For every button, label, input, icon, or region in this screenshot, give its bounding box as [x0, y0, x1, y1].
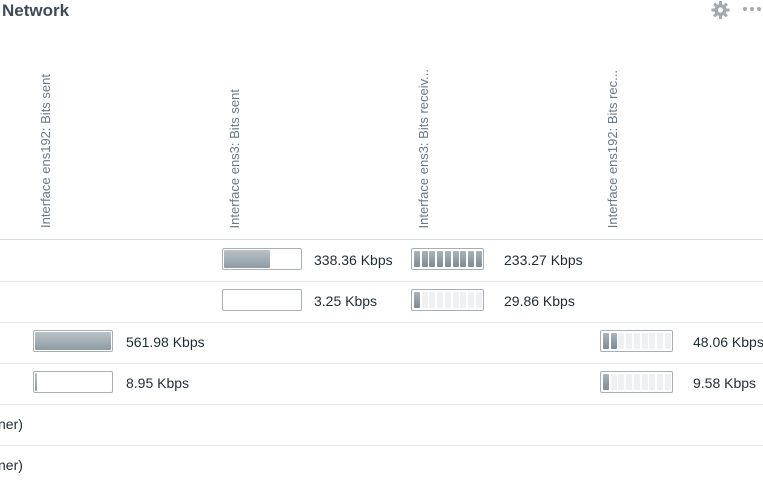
column-header-label: Interface ens192: Bits rec... — [605, 69, 620, 228]
meter-segment — [414, 292, 420, 308]
row-divider — [0, 404, 763, 405]
meter-segment — [610, 333, 617, 349]
meter-segment — [641, 374, 648, 390]
meter-segment — [626, 374, 633, 390]
header-divider — [0, 239, 763, 240]
row-divider — [0, 281, 763, 282]
ens3-received-value: 29.86 Kbps — [504, 293, 575, 309]
meter-segment — [656, 374, 663, 390]
meter-segment — [437, 251, 444, 267]
meter-segment — [467, 292, 474, 308]
ens3-sent-value: 3.25 Kbps — [314, 293, 378, 309]
ens3-sent-value: 338.36 Kbps — [314, 252, 393, 268]
column-header-ens3-received[interactable]: Interface ens3: Bits receiv... — [416, 18, 432, 228]
meter-segment — [421, 292, 428, 308]
meter-segment — [452, 251, 459, 267]
meter-segment — [475, 251, 482, 267]
meter-segment — [610, 374, 617, 390]
row-divider — [0, 363, 763, 364]
ens3-received-value: 233.27 Kbps — [504, 252, 583, 268]
ens3-received-segments — [411, 248, 484, 270]
ens192-sent-bar — [33, 330, 113, 352]
meter-segment — [649, 333, 656, 349]
column-header-label: Interface ens3: Bits receiv... — [416, 68, 431, 228]
row-divider — [0, 445, 763, 446]
meter-segment — [633, 374, 640, 390]
meter-segment — [429, 251, 436, 267]
meter-segment — [603, 333, 609, 349]
column-header-label: Interface ens3: Bits sent — [227, 88, 242, 228]
meter-segment — [444, 251, 451, 267]
ens192-received-segments — [600, 330, 673, 352]
column-header-label: Interface ens192: Bits sent — [38, 74, 53, 228]
meter-segment — [437, 292, 444, 308]
column-header-ens192-received[interactable]: Interface ens192: Bits rec... — [605, 18, 621, 228]
ens192-sent-value: 561.98 Kbps — [126, 334, 205, 350]
row-label: ner) — [0, 416, 23, 432]
ens3-sent-bar — [222, 289, 302, 311]
meter-segment — [641, 333, 648, 349]
column-header-ens3-sent[interactable]: Interface ens3: Bits sent — [227, 18, 243, 228]
meter-segment — [452, 292, 459, 308]
gear-icon[interactable] — [710, 0, 731, 20]
meter-segment — [429, 292, 436, 308]
row-divider — [0, 322, 763, 323]
meter-segment — [618, 333, 625, 349]
meter-segment — [649, 374, 656, 390]
ens192-sent-bar — [33, 371, 113, 393]
more-icon[interactable] — [741, 0, 763, 20]
meter-segment — [414, 251, 420, 267]
meter-segment — [421, 251, 428, 267]
meter-segment — [444, 292, 451, 308]
ens3-sent-bar — [222, 248, 302, 270]
meter-segment — [460, 292, 467, 308]
meter-segment — [460, 251, 467, 267]
meter-segment — [603, 374, 609, 390]
meter-segment — [664, 333, 671, 349]
ens192-received-value: 9.58 Kbps — [693, 375, 757, 391]
meter-segment — [656, 333, 663, 349]
meter-segment — [626, 333, 633, 349]
ens3-received-segments — [411, 289, 484, 311]
column-header-ens192-sent[interactable]: Interface ens192: Bits sent — [38, 18, 54, 228]
meter-segment — [618, 374, 625, 390]
widget-title: Network — [2, 1, 70, 20]
row-label: ner) — [0, 457, 23, 473]
meter-segment — [475, 292, 482, 308]
meter-segment — [633, 333, 640, 349]
meter-segment — [664, 374, 671, 390]
ens192-received-value: 48.06 Kbps — [693, 334, 763, 350]
meter-segment — [467, 251, 474, 267]
ens192-sent-value: 8.95 Kbps — [126, 375, 190, 391]
ens192-received-segments — [600, 371, 673, 393]
